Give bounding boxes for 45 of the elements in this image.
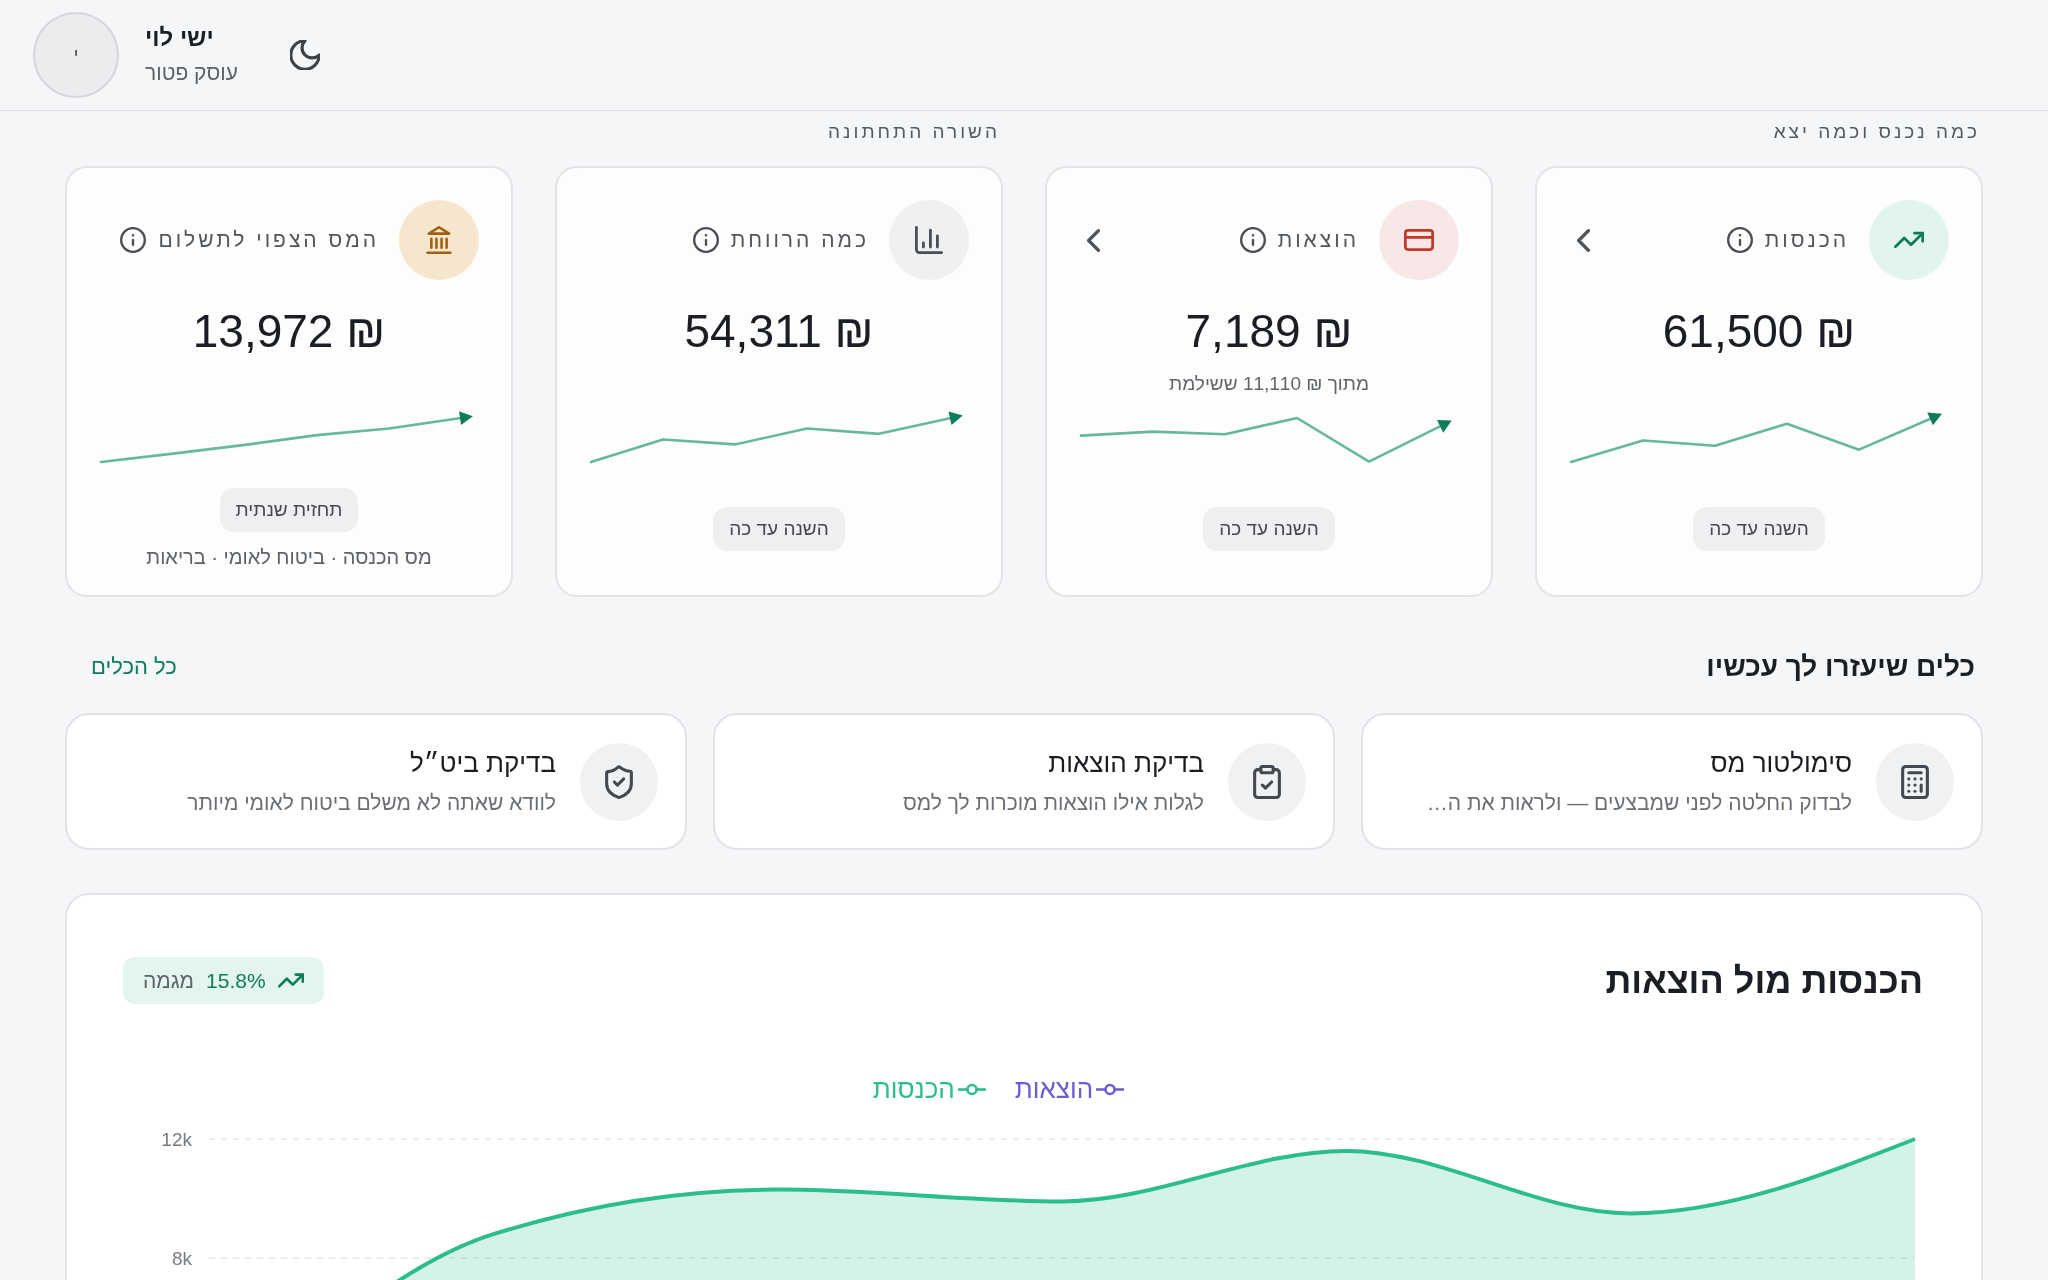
amount-value: 54,311 ₪ xyxy=(683,304,875,359)
card-label: הכנסות xyxy=(1764,228,1849,252)
info-icon[interactable] xyxy=(692,227,719,253)
period-chip: השנה עד כה xyxy=(713,506,845,551)
axis-tick-label: 8k xyxy=(171,1248,192,1269)
tool-title: סימולטור מס xyxy=(1709,746,1852,780)
section-label: השורה התחתונה xyxy=(827,120,1000,144)
card-label: הוצאות xyxy=(1277,228,1359,252)
trend-label: מגמה xyxy=(143,968,195,993)
amount-value: 13,972 ₪ xyxy=(191,304,387,359)
tool-title: בדיקת הוצאות xyxy=(1047,746,1204,780)
chevron-left-icon[interactable] xyxy=(1087,228,1100,252)
avatar: י xyxy=(33,12,119,98)
tax-breakdown: מס הכנסה · ביטוח לאומי · בריאות xyxy=(146,544,432,570)
section-label: כמה נכנס וכמה יצא xyxy=(1772,120,1980,144)
info-icon[interactable] xyxy=(120,227,147,253)
tool-description: לוודא שאתה לא משלם ביטוח לאומי מיותר xyxy=(187,789,556,816)
legend-label: הכנסות xyxy=(872,1073,955,1106)
amount-value: 7,189 ₪ xyxy=(1184,304,1354,359)
tool-description: לגלות אילו הוצאות מוכרות לך למס xyxy=(903,789,1204,816)
trend-value: 15.8% xyxy=(206,968,266,993)
chart-title: הכנסות מול הוצאות xyxy=(1605,959,1923,1003)
period-chip: תחזית שנתית xyxy=(219,487,359,532)
tool-description: לבדוק החלטה לפני שמבצעים — ולראות את ה… xyxy=(1426,789,1852,816)
chevron-left-icon[interactable] xyxy=(1577,228,1590,252)
tool-card[interactable]: סימולטור מס לבדוק החלטה לפני שמבצעים — ולראות את ה… xyxy=(1361,713,1983,850)
tool-title: בדיקת ביט״ל xyxy=(409,746,556,780)
all-tools-link[interactable]: כל הכלים xyxy=(91,654,177,680)
legend-label: הוצאות xyxy=(1014,1073,1094,1106)
info-icon[interactable] xyxy=(1239,227,1266,253)
info-icon[interactable] xyxy=(1726,227,1753,253)
amount-value: 61,500 ₪ xyxy=(1661,304,1857,359)
card-label: כמה הרווחת xyxy=(730,228,869,252)
trending-up-icon xyxy=(277,973,304,988)
section-heading: כלים שיעזרו לך עכשיו xyxy=(1706,650,1975,684)
moon-icon[interactable] xyxy=(289,40,320,70)
user-name: ישי לוי xyxy=(145,23,215,53)
tool-card[interactable]: בדיקת הוצאות לגלות אילו הוצאות מוכרות לך למס xyxy=(713,713,1335,850)
amount-note: מתוך ₪ 11,110 ששילמת xyxy=(1169,372,1369,396)
tool-card[interactable]: בדיקת ביט״ל לוודא שאתה לא משלם ביטוח לאומי מיותר xyxy=(65,713,687,850)
card-label: המס הצפוי לתשלום xyxy=(158,228,379,252)
user-status: עוסק פטור xyxy=(145,60,238,86)
axis-tick-label: 12k xyxy=(161,1129,192,1150)
period-chip: השנה עד כה xyxy=(1693,506,1825,551)
period-chip: השנה עד כה xyxy=(1203,506,1335,551)
